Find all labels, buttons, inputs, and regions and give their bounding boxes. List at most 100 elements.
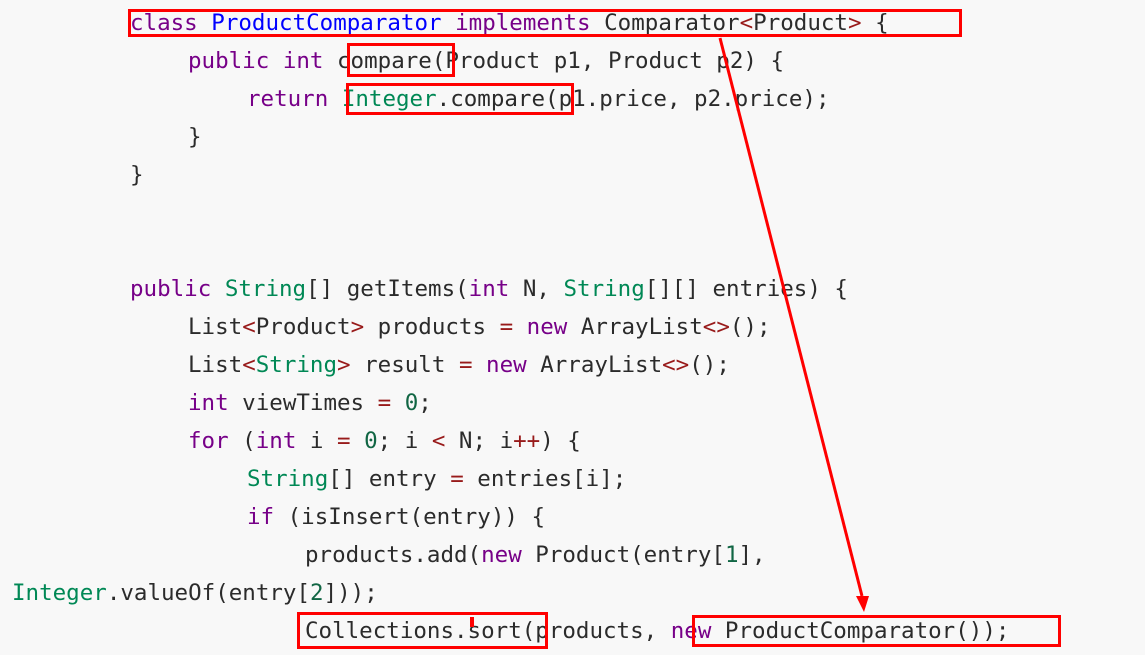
code-line-products-add: products.add(new Product(entry[1], <box>305 536 766 574</box>
code-token: ProductComparator()); <box>711 618 1010 644</box>
code-token: = <box>337 428 351 454</box>
code-token: (isInsert(entry)) { <box>274 504 546 530</box>
code-token: Product <box>255 314 351 340</box>
code-line-entry: String[] entry = entries[i]; <box>247 460 626 498</box>
code-line-viewtimes: int viewTimes = 0; <box>188 384 432 422</box>
code-line-products-add-cont: Integer.valueOf(entry[2])); <box>12 574 378 612</box>
code-token: entries[i]; <box>463 466 627 492</box>
code-token: 0 <box>364 428 378 454</box>
code-token: < <box>739 10 754 36</box>
code-token: public <box>130 276 212 302</box>
code-line-for-loop: for (int i = 0; i < N; i++) { <box>188 422 581 460</box>
code-token: i <box>296 428 338 454</box>
code-line-close-class: } <box>130 156 144 194</box>
code-token: ; i <box>377 428 432 454</box>
code-token: return <box>247 86 329 112</box>
code-token: (); <box>729 314 771 340</box>
code-token: = <box>499 314 514 340</box>
code-token: .compare(p1.price, p2.price); <box>436 86 830 112</box>
arrow-head <box>856 596 869 612</box>
code-token: <> <box>702 314 730 340</box>
code-line-result-decl: List<String> result = new ArrayList<>(); <box>188 346 730 384</box>
code-token: ; <box>418 390 432 416</box>
code-token: = <box>450 466 464 492</box>
code-token: 0 <box>404 390 419 416</box>
code-token: String <box>563 276 645 302</box>
code-token: int <box>468 276 510 302</box>
code-token: compare(Product p1, Product p2) { <box>323 48 785 74</box>
code-token: Comparator <box>590 10 740 36</box>
code-token: .valueOf(entry[ <box>106 580 311 606</box>
code-token: String <box>255 352 338 378</box>
code-token: int <box>282 48 324 74</box>
code-token: String <box>247 466 329 492</box>
code-token: } <box>188 124 202 150</box>
code-token: [] entry <box>328 466 451 492</box>
code-token: <> <box>662 352 690 378</box>
code-token: > <box>847 10 862 36</box>
code-token: if <box>247 504 275 530</box>
code-token: viewTimes <box>228 390 378 416</box>
code-token: = <box>458 352 473 378</box>
code-token: < <box>242 352 256 378</box>
code-token: (); <box>689 352 730 378</box>
code-token: ], <box>738 542 766 568</box>
code-token: ++ <box>513 428 541 454</box>
code-editor: class ProductComparator implements Compa… <box>0 0 1145 655</box>
code-line-products-decl: List<Product> products = new ArrayList<>… <box>188 308 771 346</box>
code-token: ])); <box>323 580 378 606</box>
code-token: Collections.sort(products, <box>305 618 671 644</box>
code-token: implements <box>455 10 591 36</box>
code-token: 1 <box>724 542 739 568</box>
code-line-compare-signature: public int compare(Product p1, Product p… <box>188 42 784 80</box>
code-line-getitems-signature: public String[] getItems(int N, String[]… <box>130 270 848 308</box>
code-token: new <box>670 618 712 644</box>
code-token: new <box>486 352 527 378</box>
code-token: new <box>526 314 568 340</box>
code-token: Integer <box>12 580 107 606</box>
code-token: < <box>431 428 446 454</box>
code-token: for <box>188 428 229 454</box>
code-token: < <box>242 314 256 340</box>
code-token: ( <box>228 428 256 454</box>
code-token: N, <box>509 276 564 302</box>
code-token: List <box>188 352 243 378</box>
code-token: ArrayList <box>567 314 703 340</box>
code-token: products.add( <box>305 542 482 568</box>
code-token: public <box>188 48 270 74</box>
code-line-class-decl: class ProductComparator implements Compa… <box>130 4 889 42</box>
code-line-return: return Integer.compare(p1.price, p2.pric… <box>247 80 830 118</box>
code-token: List <box>188 314 243 340</box>
code-token: > <box>337 352 351 378</box>
code-token: [] getItems( <box>306 276 469 302</box>
code-token: Integer <box>341 86 437 112</box>
code-token: String <box>224 276 307 302</box>
code-line-close-method: } <box>188 118 202 156</box>
code-token: ProductComparator <box>211 10 442 36</box>
code-token: int <box>255 428 297 454</box>
code-token: int <box>188 390 229 416</box>
code-token: Product <box>753 10 848 36</box>
code-token: ArrayList <box>526 352 663 378</box>
code-token: products <box>364 314 500 340</box>
code-token: result <box>350 352 459 378</box>
code-token: [][] entries) { <box>644 276 848 302</box>
code-token: = <box>377 390 392 416</box>
code-token: class <box>130 10 198 36</box>
red-tick-mark <box>470 617 474 627</box>
code-token: { <box>861 10 889 36</box>
code-line-if: if (isInsert(entry)) { <box>247 498 545 536</box>
code-token: new <box>481 542 522 568</box>
code-token: 2 <box>310 580 324 606</box>
code-line-collections-sort: Collections.sort(products, new ProductCo… <box>305 612 1009 650</box>
code-token: ) { <box>540 428 581 454</box>
